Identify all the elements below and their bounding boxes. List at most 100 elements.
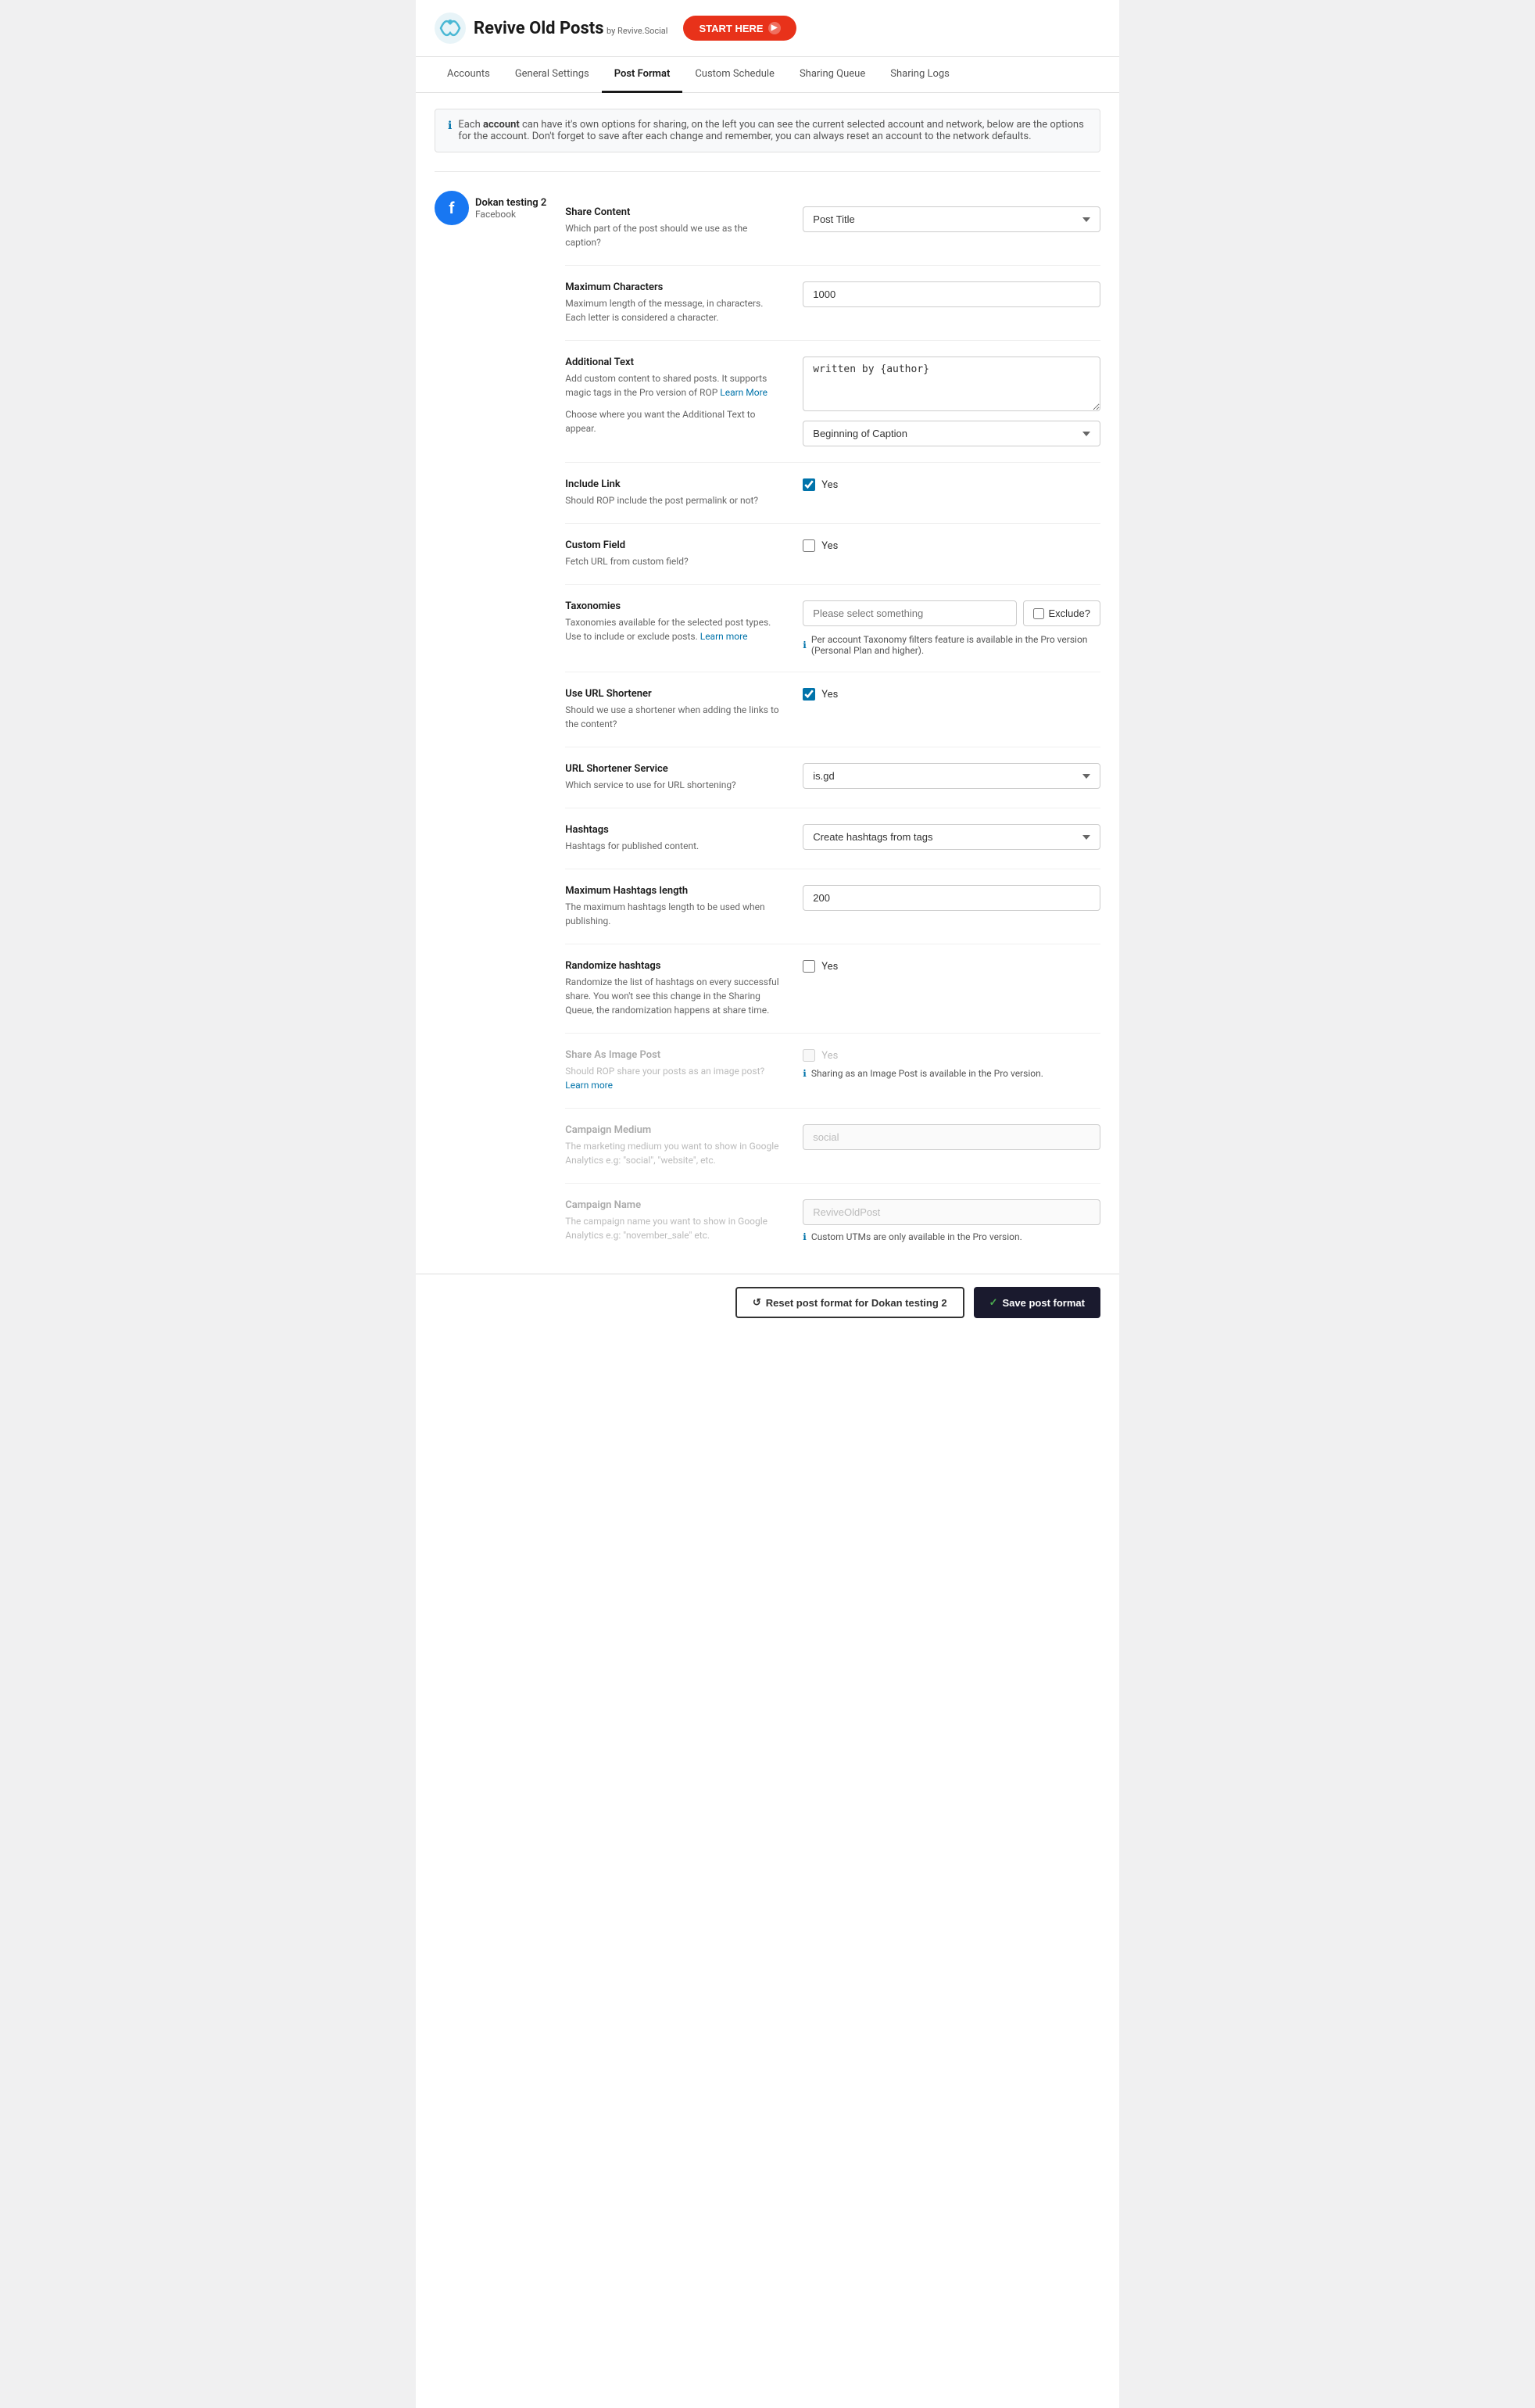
- account-section: f Dokan testing 2 Facebook Share Content…: [435, 171, 1100, 1258]
- taxonomies-pro-notice: ℹ Per account Taxonomy filters feature i…: [803, 634, 1100, 656]
- account-sidebar: f Dokan testing 2 Facebook: [435, 191, 546, 1258]
- include-link-checkbox-row: Yes: [803, 478, 1100, 491]
- footer-actions: ↺ Reset post format for Dokan testing 2 …: [416, 1274, 1119, 1331]
- share-as-image-label[interactable]: Yes: [821, 1050, 838, 1062]
- custom-field-checkbox[interactable]: [803, 539, 815, 552]
- share-as-image-pro-notice: ℹ Sharing as an Image Post is available …: [803, 1068, 1100, 1079]
- setting-row-hashtags: Hashtags Hashtags for published content.…: [565, 808, 1100, 869]
- tab-post-format[interactable]: Post Format: [602, 57, 683, 93]
- max-chars-input[interactable]: [803, 281, 1100, 307]
- additional-text-title: Additional Text: [565, 357, 784, 368]
- url-shortener-title: Use URL Shortener: [565, 688, 784, 700]
- setting-row-campaign-name: Campaign Name The campaign name you want…: [565, 1184, 1100, 1258]
- url-shortener-service-select[interactable]: is.gd bit.ly ow.ly: [803, 763, 1100, 789]
- campaign-name-title: Campaign Name: [565, 1199, 784, 1211]
- share-as-image-title: Share As Image Post: [565, 1049, 784, 1061]
- max-hashtags-desc: The maximum hashtags length to be used w…: [565, 900, 784, 928]
- hashtags-desc: Hashtags for published content.: [565, 839, 784, 853]
- include-link-title: Include Link: [565, 478, 784, 490]
- setting-row-share-as-image: Share As Image Post Should ROP share you…: [565, 1034, 1100, 1109]
- setting-row-taxonomies: Taxonomies Taxonomies available for the …: [565, 585, 1100, 672]
- share-as-image-checkbox[interactable]: [803, 1049, 815, 1062]
- taxonomies-learn-more[interactable]: Learn more: [700, 631, 748, 642]
- reset-button-label: Reset post format for Dokan testing 2: [766, 1297, 947, 1309]
- randomize-hashtags-label[interactable]: Yes: [821, 961, 838, 973]
- setting-row-max-chars: Maximum Characters Maximum length of the…: [565, 266, 1100, 341]
- avatar: f: [435, 191, 469, 225]
- exclude-checkbox[interactable]: [1033, 608, 1044, 619]
- url-shortener-desc: Should we use a shortener when adding th…: [565, 703, 784, 731]
- exclude-button[interactable]: Exclude?: [1023, 600, 1100, 626]
- taxonomies-title: Taxonomies: [565, 600, 784, 612]
- url-shortener-checkbox-row: Yes: [803, 688, 1100, 701]
- custom-field-checkbox-row: Yes: [803, 539, 1100, 552]
- setting-row-url-shortener: Use URL Shortener Should we use a shorte…: [565, 672, 1100, 747]
- account-badge: f Dokan testing 2 Facebook: [435, 191, 546, 225]
- share-as-image-desc: Should ROP share your posts as an image …: [565, 1064, 784, 1092]
- info-icon-campaign: ℹ: [803, 1231, 807, 1242]
- campaign-medium-desc: The marketing medium you want to show in…: [565, 1139, 784, 1167]
- randomize-hashtags-desc: Randomize the list of hashtags on every …: [565, 975, 784, 1017]
- include-link-checkbox[interactable]: [803, 478, 815, 491]
- tab-custom-schedule[interactable]: Custom Schedule: [682, 57, 787, 93]
- tab-sharing-logs[interactable]: Sharing Logs: [878, 57, 962, 93]
- info-banner: ℹ Each account can have it's own options…: [435, 109, 1100, 152]
- max-hashtags-input[interactable]: [803, 885, 1100, 911]
- hashtags-select[interactable]: Create hashtags from tags No hashtags Cr…: [803, 824, 1100, 850]
- share-content-title: Share Content: [565, 206, 784, 218]
- share-content-desc: Which part of the post should we use as …: [565, 221, 784, 249]
- url-shortener-service-desc: Which service to use for URL shortening?: [565, 778, 784, 792]
- campaign-name-pro-notice: ℹ Custom UTMs are only available in the …: [803, 1231, 1100, 1242]
- setting-row-include-link: Include Link Should ROP include the post…: [565, 463, 1100, 524]
- include-link-label[interactable]: Yes: [821, 479, 838, 491]
- share-as-image-learn-more[interactable]: Learn more: [565, 1080, 613, 1091]
- taxonomies-controls: Exclude?: [803, 600, 1100, 626]
- taxonomy-input[interactable]: [803, 600, 1016, 626]
- hashtags-title: Hashtags: [565, 824, 784, 836]
- tab-sharing-queue[interactable]: Sharing Queue: [787, 57, 878, 93]
- additional-text-learn-more[interactable]: Learn More: [720, 387, 768, 398]
- max-chars-desc: Maximum length of the message, in charac…: [565, 296, 784, 324]
- additional-text-textarea[interactable]: written by {author}: [803, 357, 1100, 411]
- share-as-image-checkbox-row: Yes: [803, 1049, 1100, 1062]
- info-icon-share-image: ℹ: [803, 1068, 807, 1079]
- campaign-name-desc: The campaign name you want to show in Go…: [565, 1214, 784, 1242]
- info-text: Each account can have it's own options f…: [458, 119, 1087, 142]
- content-area: ℹ Each account can have it's own options…: [416, 93, 1119, 1274]
- settings-grid: Share Content Which part of the post sho…: [565, 191, 1100, 1258]
- nav-tabs: Accounts General Settings Post Format Cu…: [416, 57, 1119, 93]
- exclude-label: Exclude?: [1049, 607, 1090, 619]
- custom-field-label[interactable]: Yes: [821, 540, 838, 552]
- url-shortener-service-title: URL Shortener Service: [565, 763, 784, 775]
- url-shortener-checkbox[interactable]: [803, 688, 815, 701]
- additional-text-position-desc: Choose where you want the Additional Tex…: [565, 407, 784, 435]
- campaign-medium-input[interactable]: [803, 1124, 1100, 1150]
- info-icon-taxonomies: ℹ: [803, 640, 807, 650]
- taxonomies-desc: Taxonomies available for the selected po…: [565, 615, 784, 643]
- setting-row-share-content: Share Content Which part of the post sho…: [565, 191, 1100, 266]
- logo-container: Revive Old Posts by Revive.Social: [435, 13, 667, 44]
- account-name: Dokan testing 2: [475, 197, 546, 209]
- additional-text-desc: Add custom content to shared posts. It s…: [565, 371, 784, 400]
- setting-row-additional-text: Additional Text Add custom content to sh…: [565, 341, 1100, 463]
- randomize-hashtags-title: Randomize hashtags: [565, 960, 784, 972]
- save-button[interactable]: ✓ Save post format: [974, 1287, 1100, 1318]
- start-here-button[interactable]: START HERE ▶: [683, 16, 796, 41]
- tab-accounts[interactable]: Accounts: [435, 57, 503, 93]
- logo-icon: [435, 13, 466, 44]
- url-shortener-label[interactable]: Yes: [821, 689, 838, 701]
- logo-by: by Revive.Social: [606, 26, 667, 36]
- randomize-hashtags-checkbox[interactable]: [803, 960, 815, 973]
- campaign-name-input[interactable]: [803, 1199, 1100, 1225]
- arrow-icon: ▶: [768, 22, 781, 34]
- custom-field-desc: Fetch URL from custom field?: [565, 554, 784, 568]
- tab-general-settings[interactable]: General Settings: [503, 57, 602, 93]
- setting-row-max-hashtags: Maximum Hashtags length The maximum hash…: [565, 869, 1100, 944]
- account-network: Facebook: [475, 209, 546, 220]
- additional-text-position-select[interactable]: Beginning of Caption End of Caption: [803, 421, 1100, 446]
- randomize-hashtags-checkbox-row: Yes: [803, 960, 1100, 973]
- reset-button[interactable]: ↺ Reset post format for Dokan testing 2: [735, 1287, 964, 1318]
- setting-row-custom-field: Custom Field Fetch URL from custom field…: [565, 524, 1100, 585]
- max-chars-title: Maximum Characters: [565, 281, 784, 293]
- share-content-select[interactable]: Post Title Post Content Post Excerpt: [803, 206, 1100, 232]
